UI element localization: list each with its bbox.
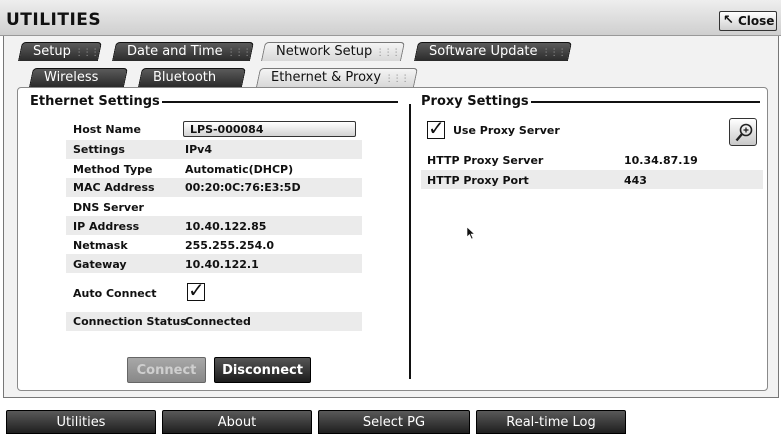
tab-label: Software Update	[429, 44, 538, 59]
tab-software-update[interactable]: Software Update ⋮⋮⋮	[413, 42, 573, 61]
mouse-pointer-icon	[466, 226, 476, 240]
tab-label: Date and Time	[127, 44, 223, 59]
mac-address-value: 00:20:0C:76:E3:5D	[185, 181, 301, 194]
settings-value: IPv4	[185, 143, 212, 156]
section-rule	[150, 101, 398, 103]
section-divider	[409, 104, 411, 379]
tab-setup[interactable]: Setup ⋮⋮⋮	[17, 42, 103, 61]
http-proxy-port-label: HTTP Proxy Port	[427, 174, 529, 187]
tab-label: Setup	[33, 44, 71, 59]
gateway-value: 10.40.122.1	[185, 258, 259, 271]
netmask-value: 255.255.254.0	[185, 239, 275, 252]
title-bar: UTILITIES ↖ Close	[0, 0, 781, 36]
grip-dots-icon: ⋮⋮⋮	[541, 48, 566, 58]
grip-dots-icon: ⋮⋮⋮	[375, 48, 400, 58]
checkmark-icon: ✓	[428, 116, 445, 140]
close-label: Close	[738, 14, 775, 28]
checkmark-icon: ✓	[188, 278, 205, 302]
connection-status-label: Connection Status	[73, 315, 187, 328]
use-proxy-checkbox[interactable]: ✓	[427, 116, 445, 140]
window-title: UTILITIES	[6, 10, 102, 30]
method-type-value: Automatic(DHCP)	[185, 163, 294, 176]
nav-real-time-log[interactable]: Real-time Log	[476, 410, 626, 434]
gateway-label: Gateway	[73, 258, 127, 271]
connect-button[interactable]: Connect	[127, 357, 206, 383]
tab-label: Bluetooth	[153, 70, 217, 85]
ip-address-value: 10.40.122.85	[185, 220, 267, 233]
http-proxy-server-value: 10.34.87.19	[624, 154, 698, 167]
ethernet-settings-title: Ethernet Settings	[28, 94, 162, 109]
connection-status-value: Connected	[185, 315, 251, 328]
close-button[interactable]: ↖ Close	[719, 11, 777, 31]
http-proxy-port-value: 443	[624, 174, 647, 187]
use-proxy-label: Use Proxy Server	[453, 124, 560, 137]
nav-about[interactable]: About	[162, 410, 312, 434]
proxy-zoom-button[interactable]	[729, 118, 757, 146]
grip-dots-icon: ⋮⋮⋮	[74, 48, 99, 58]
magnifier-plus-icon	[735, 123, 753, 142]
nav-utilities[interactable]: Utilities	[6, 410, 156, 434]
grip-dots-icon: ⋮⋮⋮	[384, 74, 409, 84]
mac-address-label: MAC Address	[73, 181, 155, 194]
host-name-field[interactable]: LPS-000084	[183, 121, 356, 137]
tab-label: Ethernet & Proxy	[271, 70, 382, 85]
method-type-label: Method Type	[73, 163, 153, 176]
tab-network-setup[interactable]: Network Setup ⋮⋮⋮	[260, 42, 406, 61]
dns-server-label: DNS Server	[73, 201, 144, 214]
grip-dots-icon: ⋮⋮⋮	[226, 48, 251, 58]
proxy-settings-title: Proxy Settings	[419, 94, 531, 109]
netmask-label: Netmask	[73, 239, 128, 252]
auto-connect-label: Auto Connect	[73, 287, 157, 300]
ip-address-label: IP Address	[73, 220, 140, 233]
tab-ethernet-proxy[interactable]: Ethernet & Proxy ⋮⋮⋮	[255, 68, 419, 87]
tab-label: Wireless	[44, 70, 99, 85]
close-arrow-icon: ↖	[723, 13, 734, 28]
http-proxy-server-label: HTTP Proxy Server	[427, 154, 544, 167]
settings-label: Settings	[73, 143, 125, 156]
auto-connect-checkbox[interactable]: ✓	[187, 278, 205, 302]
tab-bluetooth[interactable]: Bluetooth⋮⋮⋮	[137, 68, 247, 99]
tab-wireless[interactable]: Wireless⋮⋮⋮	[28, 68, 129, 99]
host-name-label: Host Name	[73, 123, 141, 136]
section-rule	[524, 101, 760, 103]
tab-label: Network Setup	[276, 44, 373, 59]
nav-select-pg[interactable]: Select PG	[318, 410, 470, 434]
disconnect-button[interactable]: Disconnect	[214, 357, 311, 383]
tab-date-and-time[interactable]: Date and Time ⋮⋮⋮	[111, 42, 255, 61]
